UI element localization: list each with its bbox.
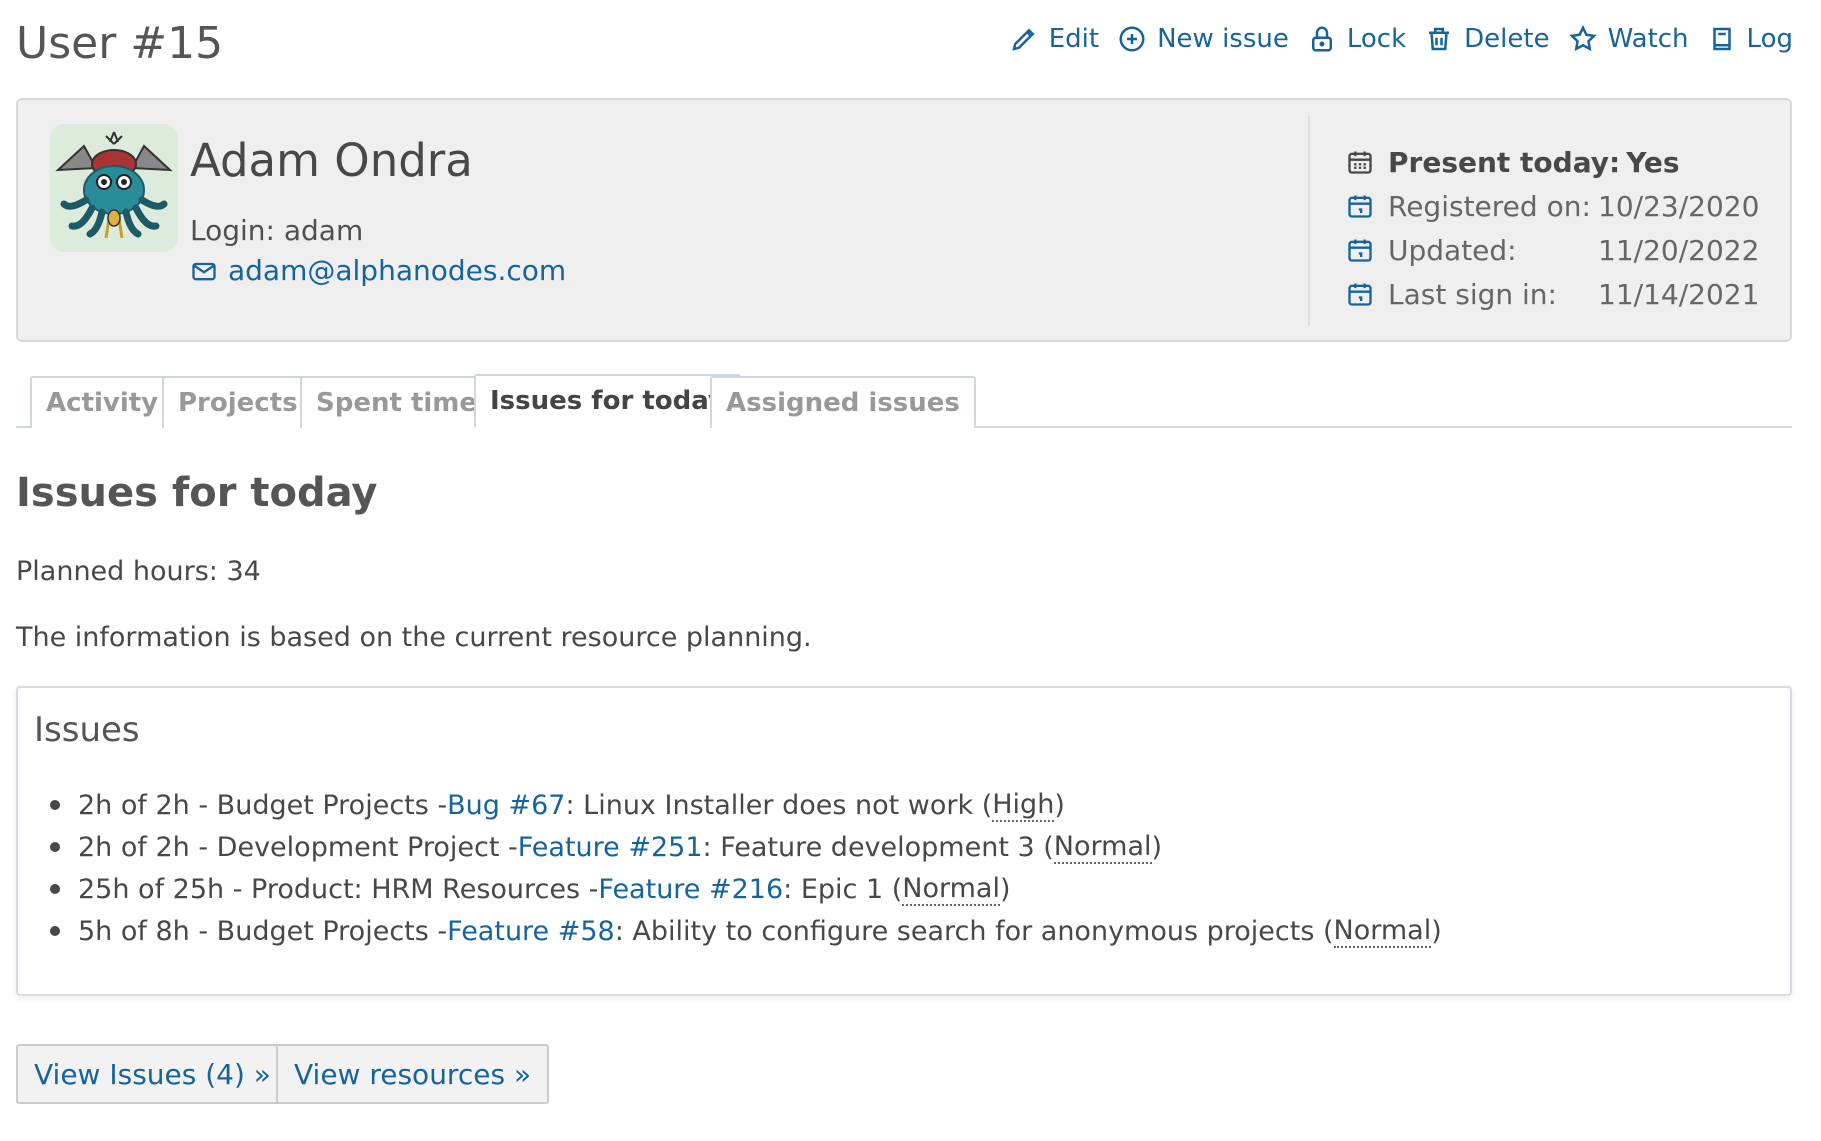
- page-title: User #15: [16, 18, 224, 69]
- user-name: Adam Ondra: [190, 134, 473, 187]
- list-item: 2h of 2h - Development Project - Feature…: [42, 826, 1442, 868]
- tab-activity[interactable]: Activity: [30, 376, 175, 428]
- trash-icon: [1429, 27, 1450, 51]
- calendar-icon: [1348, 195, 1372, 218]
- issue-subject: : Feature development 3 (: [702, 831, 1054, 863]
- lock-icon: [1311, 26, 1332, 52]
- bullet-icon: [50, 884, 60, 894]
- updated-value: 11/20/2022: [1598, 233, 1760, 267]
- user-login: Login: adam: [190, 214, 364, 247]
- issue-priority: Normal: [1333, 914, 1432, 948]
- issue-link[interactable]: Feature #58: [447, 916, 615, 947]
- bullet-icon: [50, 842, 60, 852]
- present-today-value: Yes: [1626, 145, 1680, 179]
- email-link[interactable]: adam@alphanodes.com: [228, 254, 566, 287]
- monster-avatar-icon: [55, 131, 173, 239]
- issue-prefix: 2h of 2h - Development Project -: [78, 831, 518, 863]
- mail-icon: [192, 262, 216, 280]
- present-today-label: Present today:: [1388, 145, 1621, 179]
- tab-assigned-issues[interactable]: Assigned issues: [710, 376, 976, 428]
- issue-priority: Normal: [902, 872, 1000, 906]
- issue-priority: High: [992, 788, 1055, 822]
- planned-hours: Planned hours: 34: [16, 556, 261, 587]
- issue-suffix: ): [1431, 915, 1442, 947]
- view-issues-button[interactable]: View Issues (4) »: [16, 1044, 289, 1104]
- lock-button[interactable]: Lock: [1307, 24, 1406, 54]
- registered-value: 10/23/2020: [1598, 189, 1760, 223]
- contextual-actions: Edit New issue Lock Delete Watch Log: [1009, 24, 1793, 54]
- lock-label: Lock: [1346, 24, 1407, 54]
- edit-button[interactable]: Edit: [1009, 24, 1099, 54]
- planning-note: The information is based on the current …: [16, 622, 812, 653]
- updated-row: Updated: 11/20/2022: [1346, 228, 1759, 272]
- log-button[interactable]: Log: [1707, 24, 1793, 54]
- user-info: Present today: Yes Registered on: 10/23/…: [1346, 140, 1759, 316]
- issue-subject: : Ability to configure search for anonym…: [614, 915, 1334, 947]
- delete-button[interactable]: Delete: [1424, 24, 1550, 54]
- new-issue-label: New issue: [1157, 24, 1289, 54]
- calendar-icon: [1348, 151, 1372, 174]
- issue-suffix: ): [1054, 789, 1065, 821]
- issue-prefix: 2h of 2h - Budget Projects -: [78, 789, 448, 821]
- issue-subject: : Linux Installer does not work (: [565, 789, 993, 821]
- last-sign-in-row: Last sign in: 11/14/2021: [1346, 272, 1759, 316]
- issues-box: Issues 2h of 2h - Budget Projects - Bug …: [16, 686, 1792, 996]
- updated-label: Updated:: [1388, 233, 1517, 267]
- user-email: adam@alphanodes.com: [190, 254, 566, 287]
- issues-list: 2h of 2h - Budget Projects - Bug #67 : L…: [42, 784, 1442, 952]
- issue-suffix: ): [1151, 831, 1163, 863]
- issue-suffix: ): [999, 873, 1011, 905]
- issue-link[interactable]: Feature #251: [518, 832, 703, 863]
- pencil-icon: [1012, 28, 1035, 51]
- issue-link[interactable]: Feature #216: [598, 874, 783, 905]
- issue-subject: : Epic 1 (: [783, 873, 903, 905]
- plus-circle-icon: [1119, 26, 1145, 52]
- calendar-icon: [1348, 239, 1372, 262]
- delete-label: Delete: [1464, 24, 1550, 54]
- section-title: Issues for today: [16, 470, 378, 516]
- book-icon: [1712, 27, 1731, 51]
- tabs: Activity Projects Spent time Issues for …: [16, 374, 1792, 428]
- bullet-icon: [50, 926, 60, 936]
- last-sign-in-label: Last sign in:: [1388, 277, 1557, 311]
- bullet-icon: [50, 800, 60, 810]
- registered-label: Registered on:: [1388, 189, 1591, 223]
- star-icon: [1568, 24, 1597, 52]
- info-divider: [1308, 116, 1310, 326]
- log-label: Log: [1746, 24, 1793, 54]
- issue-prefix: 25h of 25h - Product: HRM Resources -: [78, 873, 599, 905]
- registered-row: Registered on: 10/23/2020: [1346, 184, 1759, 228]
- tab-spent-time[interactable]: Spent time: [300, 376, 494, 428]
- page: User #15 Edit New issue Lock Delete Watc…: [0, 0, 1821, 1141]
- present-today-row: Present today: Yes: [1346, 140, 1759, 184]
- user-profile-box: Adam Ondra Login: adam adam@alphanodes.c…: [16, 98, 1792, 342]
- watch-label: Watch: [1607, 24, 1689, 54]
- avatar: [50, 124, 178, 252]
- new-issue-button[interactable]: New issue: [1117, 24, 1289, 54]
- issue-link[interactable]: Bug #67: [447, 790, 565, 821]
- list-item: 25h of 25h - Product: HRM Resources - Fe…: [42, 868, 1442, 910]
- tab-issues-for-today[interactable]: Issues for today: [474, 374, 741, 428]
- edit-label: Edit: [1048, 24, 1100, 54]
- issue-priority: Normal: [1053, 830, 1152, 864]
- calendar-icon: [1348, 283, 1372, 306]
- issues-box-title: Issues: [34, 710, 140, 750]
- watch-button[interactable]: Watch: [1568, 24, 1689, 54]
- issue-prefix: 5h of 8h - Budget Projects -: [78, 915, 448, 947]
- tab-projects[interactable]: Projects: [162, 376, 314, 428]
- view-resources-button[interactable]: View resources »: [276, 1044, 550, 1104]
- last-sign-in-value: 11/14/2021: [1598, 277, 1760, 311]
- list-item: 2h of 2h - Budget Projects - Bug #67 : L…: [42, 784, 1442, 826]
- list-item: 5h of 8h - Budget Projects - Feature #58…: [42, 910, 1442, 952]
